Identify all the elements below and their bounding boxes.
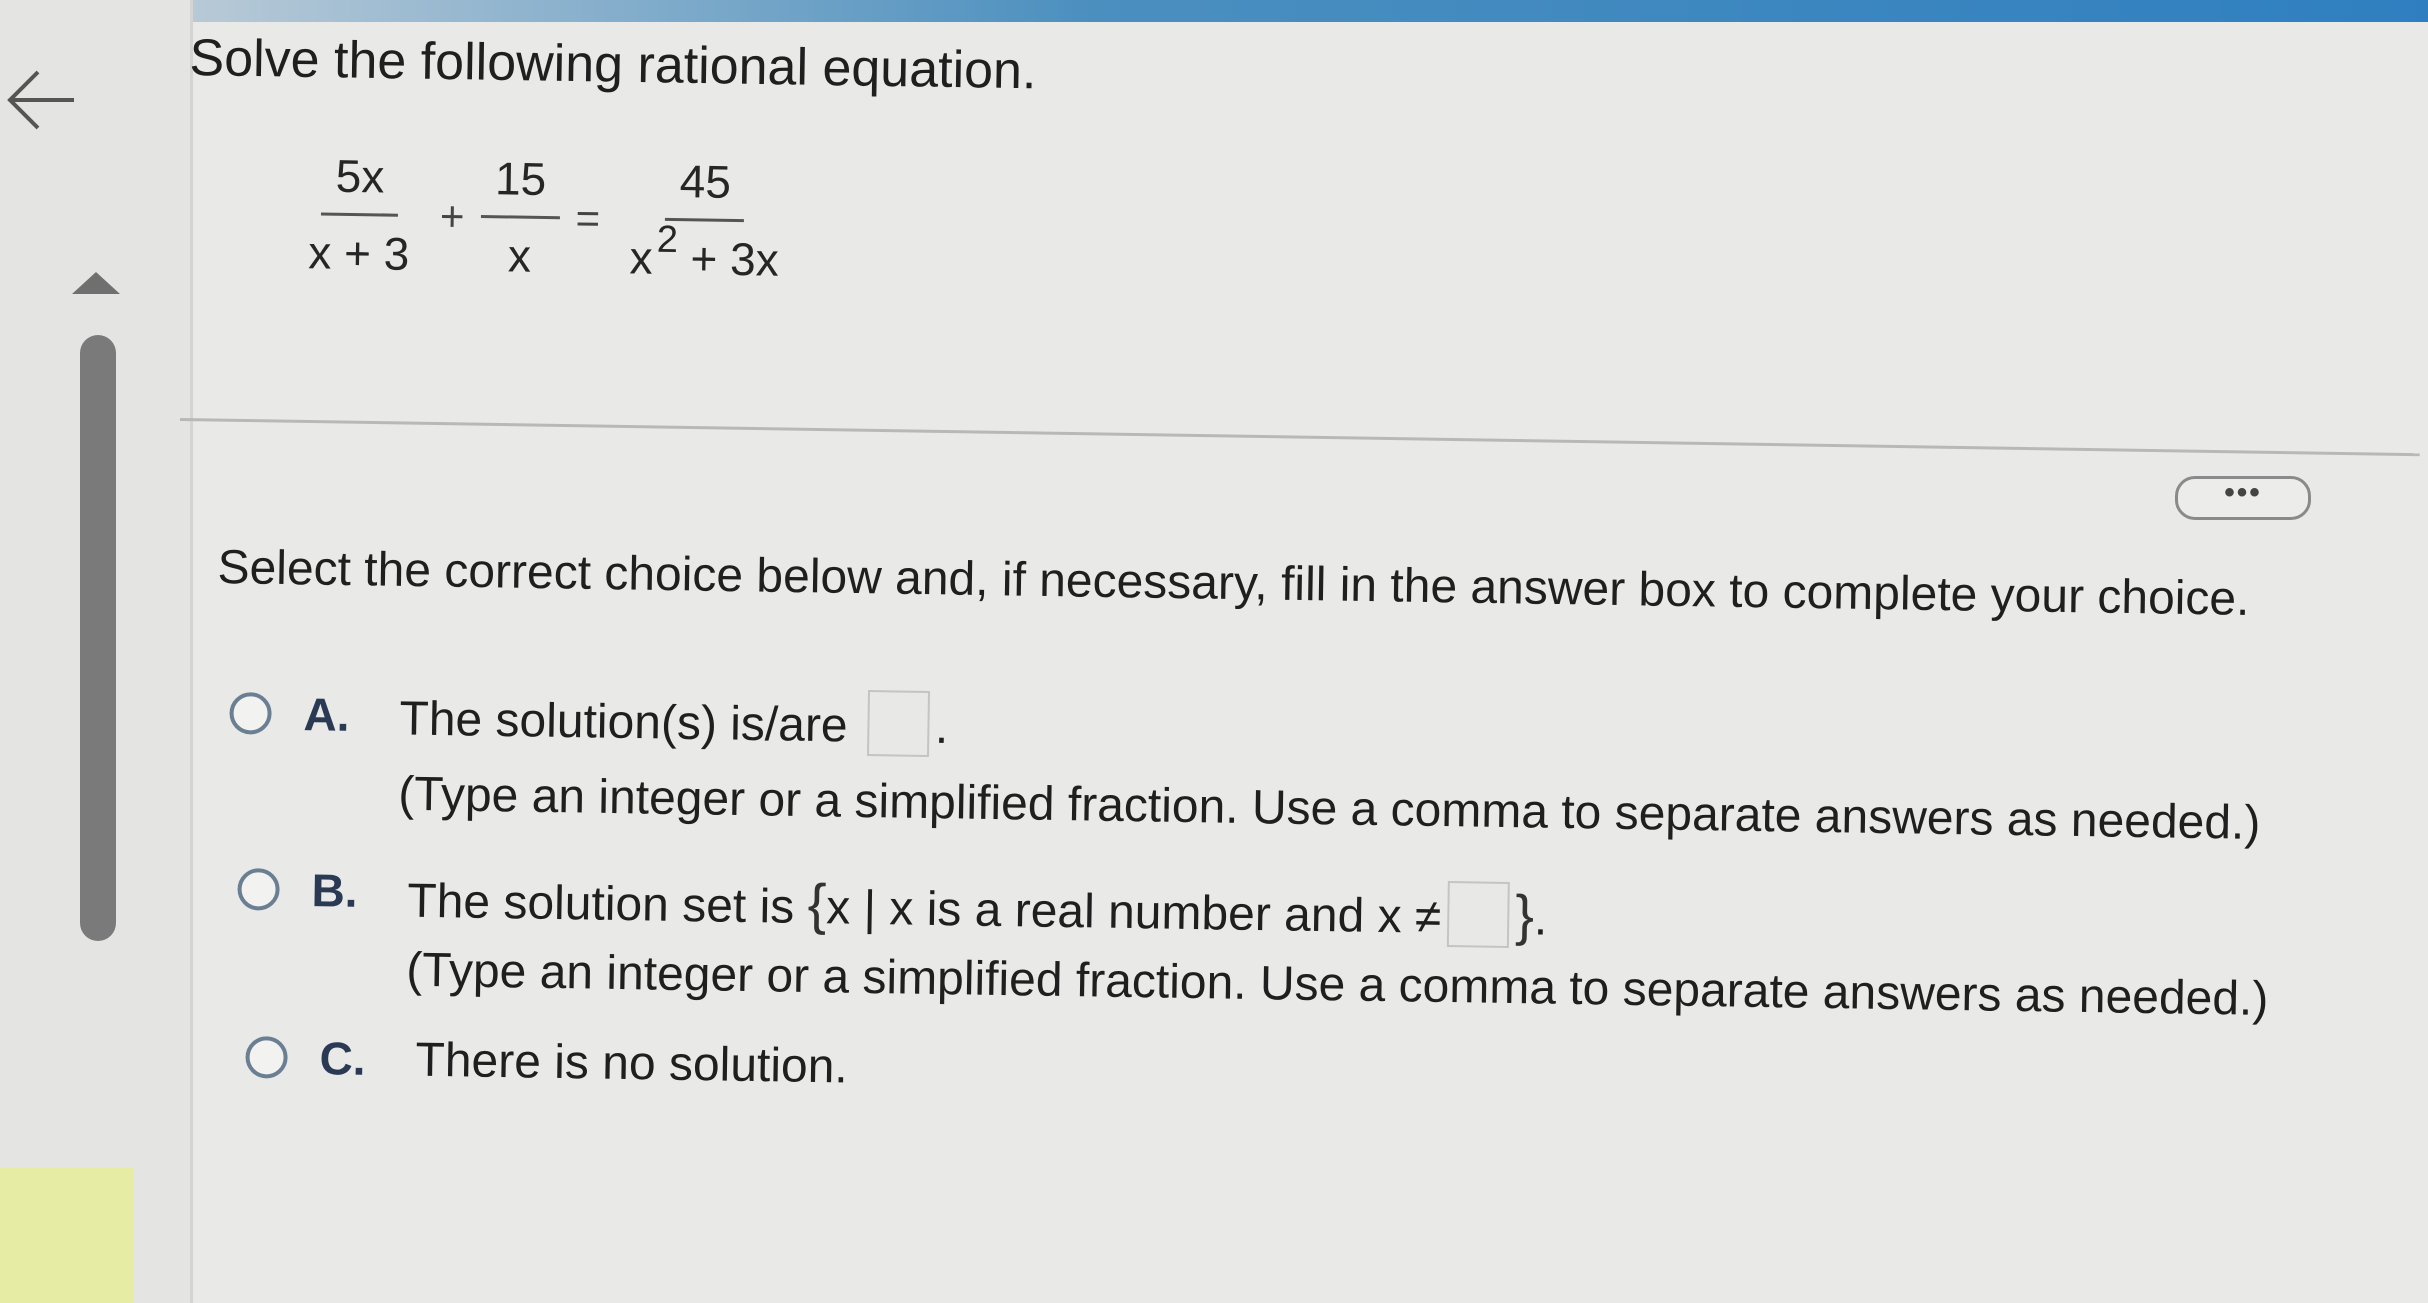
- choice-b-text: The solution set is: [406, 874, 795, 934]
- answer-input-b[interactable]: [1446, 881, 1510, 949]
- equals-sign: =: [575, 193, 601, 242]
- set-builder-text: x | x is a real number and x ≠: [825, 881, 1442, 944]
- instruction-text: Select the correct choice below and, if …: [217, 540, 2250, 626]
- fraction-numerator: 45: [665, 153, 746, 223]
- choice-hint: (Type an integer or a simplified fractio…: [405, 943, 2269, 1026]
- answer-input-a[interactable]: [866, 690, 930, 757]
- equation: 5x x + 3 + 15 x = 45 x2 + 3x: [288, 148, 800, 287]
- radio-button-a[interactable]: [229, 691, 272, 735]
- more-options-button[interactable]: •••: [2175, 476, 2311, 520]
- denominator-base: x: [629, 231, 653, 284]
- fraction-denominator: x: [507, 229, 532, 282]
- choice-a-text: The solution(s) is/are: [399, 692, 849, 753]
- plus-sign: +: [439, 191, 465, 240]
- fraction-right: 45 x2 + 3x: [615, 153, 794, 287]
- brace-open: {: [807, 871, 827, 936]
- arrow-left-icon[interactable]: [2, 60, 82, 140]
- fraction-middle: 15 x: [479, 151, 561, 283]
- choice-text: The solution set is {x | x is a real num…: [407, 865, 1548, 955]
- choice-b-period: .: [1533, 892, 1548, 946]
- question-panel: Solve the following rational equation. 5…: [179, 0, 2428, 1303]
- choice-letter: C.: [319, 1032, 366, 1085]
- choice-letter: B.: [311, 864, 358, 917]
- choice-text: The solution(s) is/are .: [399, 689, 949, 764]
- fraction-numerator: 5x: [321, 148, 399, 217]
- section-divider: [179, 418, 2420, 457]
- corner-swatch: [0, 1168, 134, 1303]
- denominator-exponent: 2: [656, 218, 679, 262]
- fraction-numerator: 15: [480, 151, 561, 220]
- choice-hint: (Type an integer or a simplified fractio…: [397, 767, 2261, 850]
- fraction-left: 5x x + 3: [294, 148, 425, 281]
- radio-button-c[interactable]: [245, 1035, 288, 1079]
- choice-letter: A.: [303, 688, 350, 741]
- left-rail: [0, 0, 193, 1303]
- brace-close: }: [1514, 883, 1535, 947]
- triangle-up-icon[interactable]: [72, 272, 120, 294]
- choice-a-period: .: [934, 700, 949, 754]
- choice-text: There is no solution.: [415, 1033, 849, 1094]
- scrollbar-thumb[interactable]: [80, 335, 116, 941]
- question-title: Solve the following rational equation.: [189, 28, 1037, 101]
- fraction-denominator: x2 + 3x: [615, 218, 793, 287]
- denominator-rest: + 3x: [690, 232, 780, 286]
- fraction-denominator: x + 3: [307, 226, 410, 280]
- radio-button-b[interactable]: [237, 867, 280, 911]
